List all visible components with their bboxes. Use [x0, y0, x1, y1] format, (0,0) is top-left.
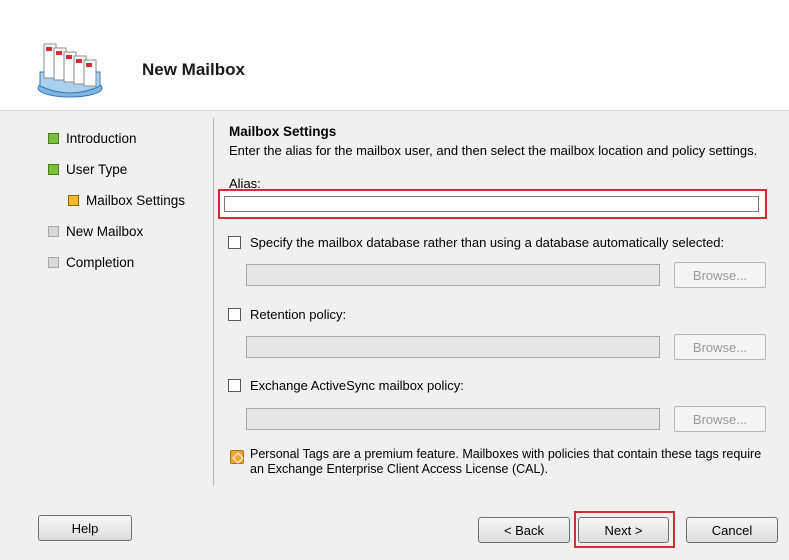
- nav-item-user-type: User Type: [48, 160, 127, 178]
- step-complete-icon: [48, 163, 59, 175]
- step-pending-icon: [48, 256, 59, 268]
- activesync-option-label: Exchange ActiveSync mailbox policy:: [250, 378, 464, 393]
- retention-field: [246, 336, 660, 358]
- database-browse-button[interactable]: Browse...: [674, 262, 766, 288]
- nav-item-mailbox-settings: Mailbox Settings: [68, 191, 185, 209]
- retention-browse-button[interactable]: Browse...: [674, 334, 766, 360]
- alias-highlight-frame: [218, 189, 767, 219]
- nav-item-completion: Completion: [48, 253, 134, 271]
- database-field: [246, 264, 660, 286]
- nav-divider: [213, 118, 214, 486]
- nav-item-label: Mailbox Settings: [86, 192, 186, 208]
- activesync-field: [246, 408, 660, 430]
- nav-item-introduction: Introduction: [48, 129, 137, 147]
- activesync-option-row: Exchange ActiveSync mailbox policy:: [228, 378, 464, 393]
- retention-option-label: Retention policy:: [250, 307, 347, 322]
- database-checkbox[interactable]: [228, 236, 241, 249]
- section-description: Enter the alias for the mailbox user, an…: [229, 143, 758, 158]
- wizard-header: New Mailbox: [0, 0, 789, 111]
- activesync-checkbox[interactable]: [228, 379, 241, 392]
- nav-item-label: User Type: [66, 161, 128, 177]
- wizard-title: New Mailbox: [142, 60, 245, 79]
- nav-item-label: Completion: [66, 254, 135, 270]
- step-pending-icon: [48, 225, 59, 237]
- alias-input[interactable]: [224, 196, 759, 212]
- mailbox-stack-icon: [37, 43, 103, 98]
- nav-item-label: New Mailbox: [66, 223, 144, 239]
- activesync-browse-button[interactable]: Browse...: [674, 406, 766, 432]
- retention-checkbox[interactable]: [228, 308, 241, 321]
- next-button[interactable]: Next >: [578, 517, 669, 543]
- cancel-button[interactable]: Cancel: [686, 517, 778, 543]
- warning-icon: [230, 450, 244, 464]
- nav-item-new-mailbox: New Mailbox: [48, 222, 143, 240]
- back-button[interactable]: < Back: [478, 517, 570, 543]
- database-option-label: Specify the mailbox database rather than…: [250, 235, 725, 250]
- retention-option-row: Retention policy:: [228, 307, 346, 322]
- step-complete-icon: [48, 132, 59, 144]
- database-option-row: Specify the mailbox database rather than…: [228, 235, 724, 250]
- step-current-icon: [68, 194, 79, 206]
- help-button[interactable]: Help: [38, 515, 132, 541]
- section-title: Mailbox Settings: [229, 124, 337, 139]
- nav-item-label: Introduction: [66, 130, 137, 146]
- personal-tags-note: Personal Tags are a premium feature. Mai…: [250, 447, 762, 476]
